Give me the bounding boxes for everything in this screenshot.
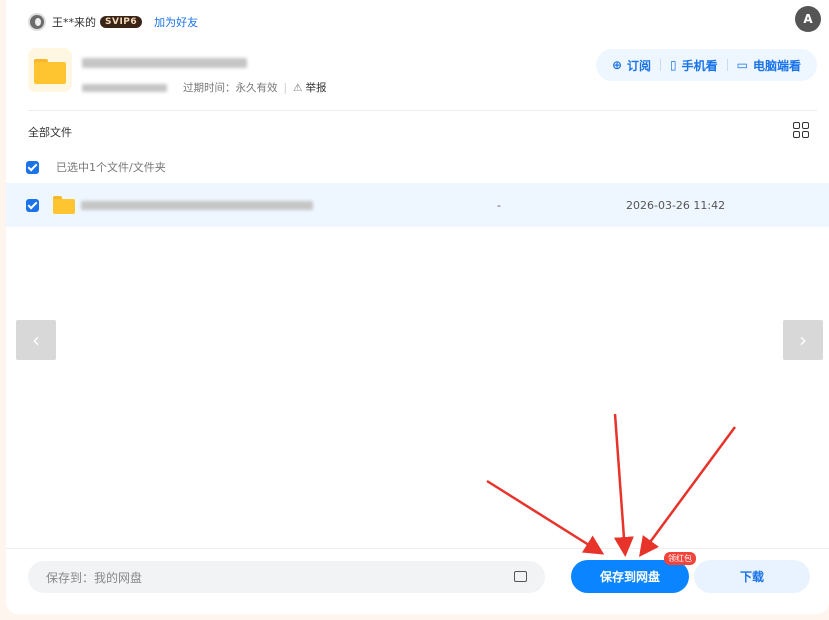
add-friend-link[interactable]: 加为好友 — [154, 14, 198, 30]
download-button[interactable]: 下载 — [694, 560, 810, 593]
row-checkbox[interactable] — [26, 198, 39, 212]
folder-picker-icon[interactable] — [514, 571, 527, 582]
sharer-name: 王**来的 — [52, 16, 96, 29]
vip-badge: SVIP6 — [100, 16, 143, 28]
mobile-view-label: 手机看 — [681, 58, 718, 73]
share-meta: 过期时间：永久有效 | ⚠ 举报 — [82, 80, 326, 95]
selected-count-text: 已选中1个文件/文件夹 — [56, 161, 166, 174]
divider — [6, 548, 829, 549]
red-envelope-badge: 领红包 — [664, 552, 696, 565]
avatar[interactable] — [28, 13, 46, 31]
folder-icon — [53, 196, 75, 214]
report-icon[interactable]: ⚠ — [293, 82, 302, 94]
prev-button[interactable]: ‹ — [16, 320, 56, 360]
share-card: 王**来的 SVIP6 加为好友 A 过期时间：永久有效 | ⚠ 举报 ⊕ 订阅… — [6, 0, 829, 614]
share-date-redacted — [82, 83, 167, 92]
monitor-icon: ▭ — [736, 58, 748, 72]
grid-view-icon[interactable] — [793, 122, 809, 138]
share-title-redacted — [82, 58, 247, 68]
subscribe-icon: ⊕ — [611, 58, 622, 72]
desktop-view-label: 电脑端看 — [752, 58, 801, 73]
save-path-label: 保存到：我的网盘 — [46, 570, 143, 585]
report-link[interactable]: 举报 — [305, 80, 326, 95]
sharer-info: 王**来的 SVIP6 加为好友 — [28, 12, 198, 32]
mobile-view-button[interactable]: ▯ 手机看 — [664, 57, 724, 74]
view-actions: ⊕ 订阅 ▯ 手机看 ▭ 电脑端看 — [595, 49, 817, 81]
breadcrumb[interactable]: 全部文件 — [28, 124, 72, 140]
phone-icon: ▯ — [670, 58, 677, 72]
expire-label: 过期时间：永久有效 — [183, 82, 278, 94]
table-row[interactable]: - 2026-03-26 11:42 — [6, 183, 829, 227]
select-all-checkbox[interactable] — [26, 160, 39, 174]
divider — [28, 110, 817, 111]
subscribe-label: 订阅 — [627, 58, 652, 73]
file-size: - — [497, 198, 501, 212]
next-button[interactable]: › — [783, 320, 823, 360]
file-name-redacted[interactable] — [81, 200, 313, 210]
subscribe-button[interactable]: ⊕ 订阅 — [606, 57, 657, 74]
folder-icon — [28, 48, 72, 92]
save-path-field[interactable]: 保存到：我的网盘 — [28, 561, 545, 593]
select-all-row: 已选中1个文件/文件夹 — [26, 159, 166, 175]
desktop-view-button[interactable]: ▭ 电脑端看 — [731, 57, 807, 74]
file-modified-time: 2026-03-26 11:42 — [626, 198, 726, 212]
translate-icon[interactable]: A — [795, 6, 821, 32]
